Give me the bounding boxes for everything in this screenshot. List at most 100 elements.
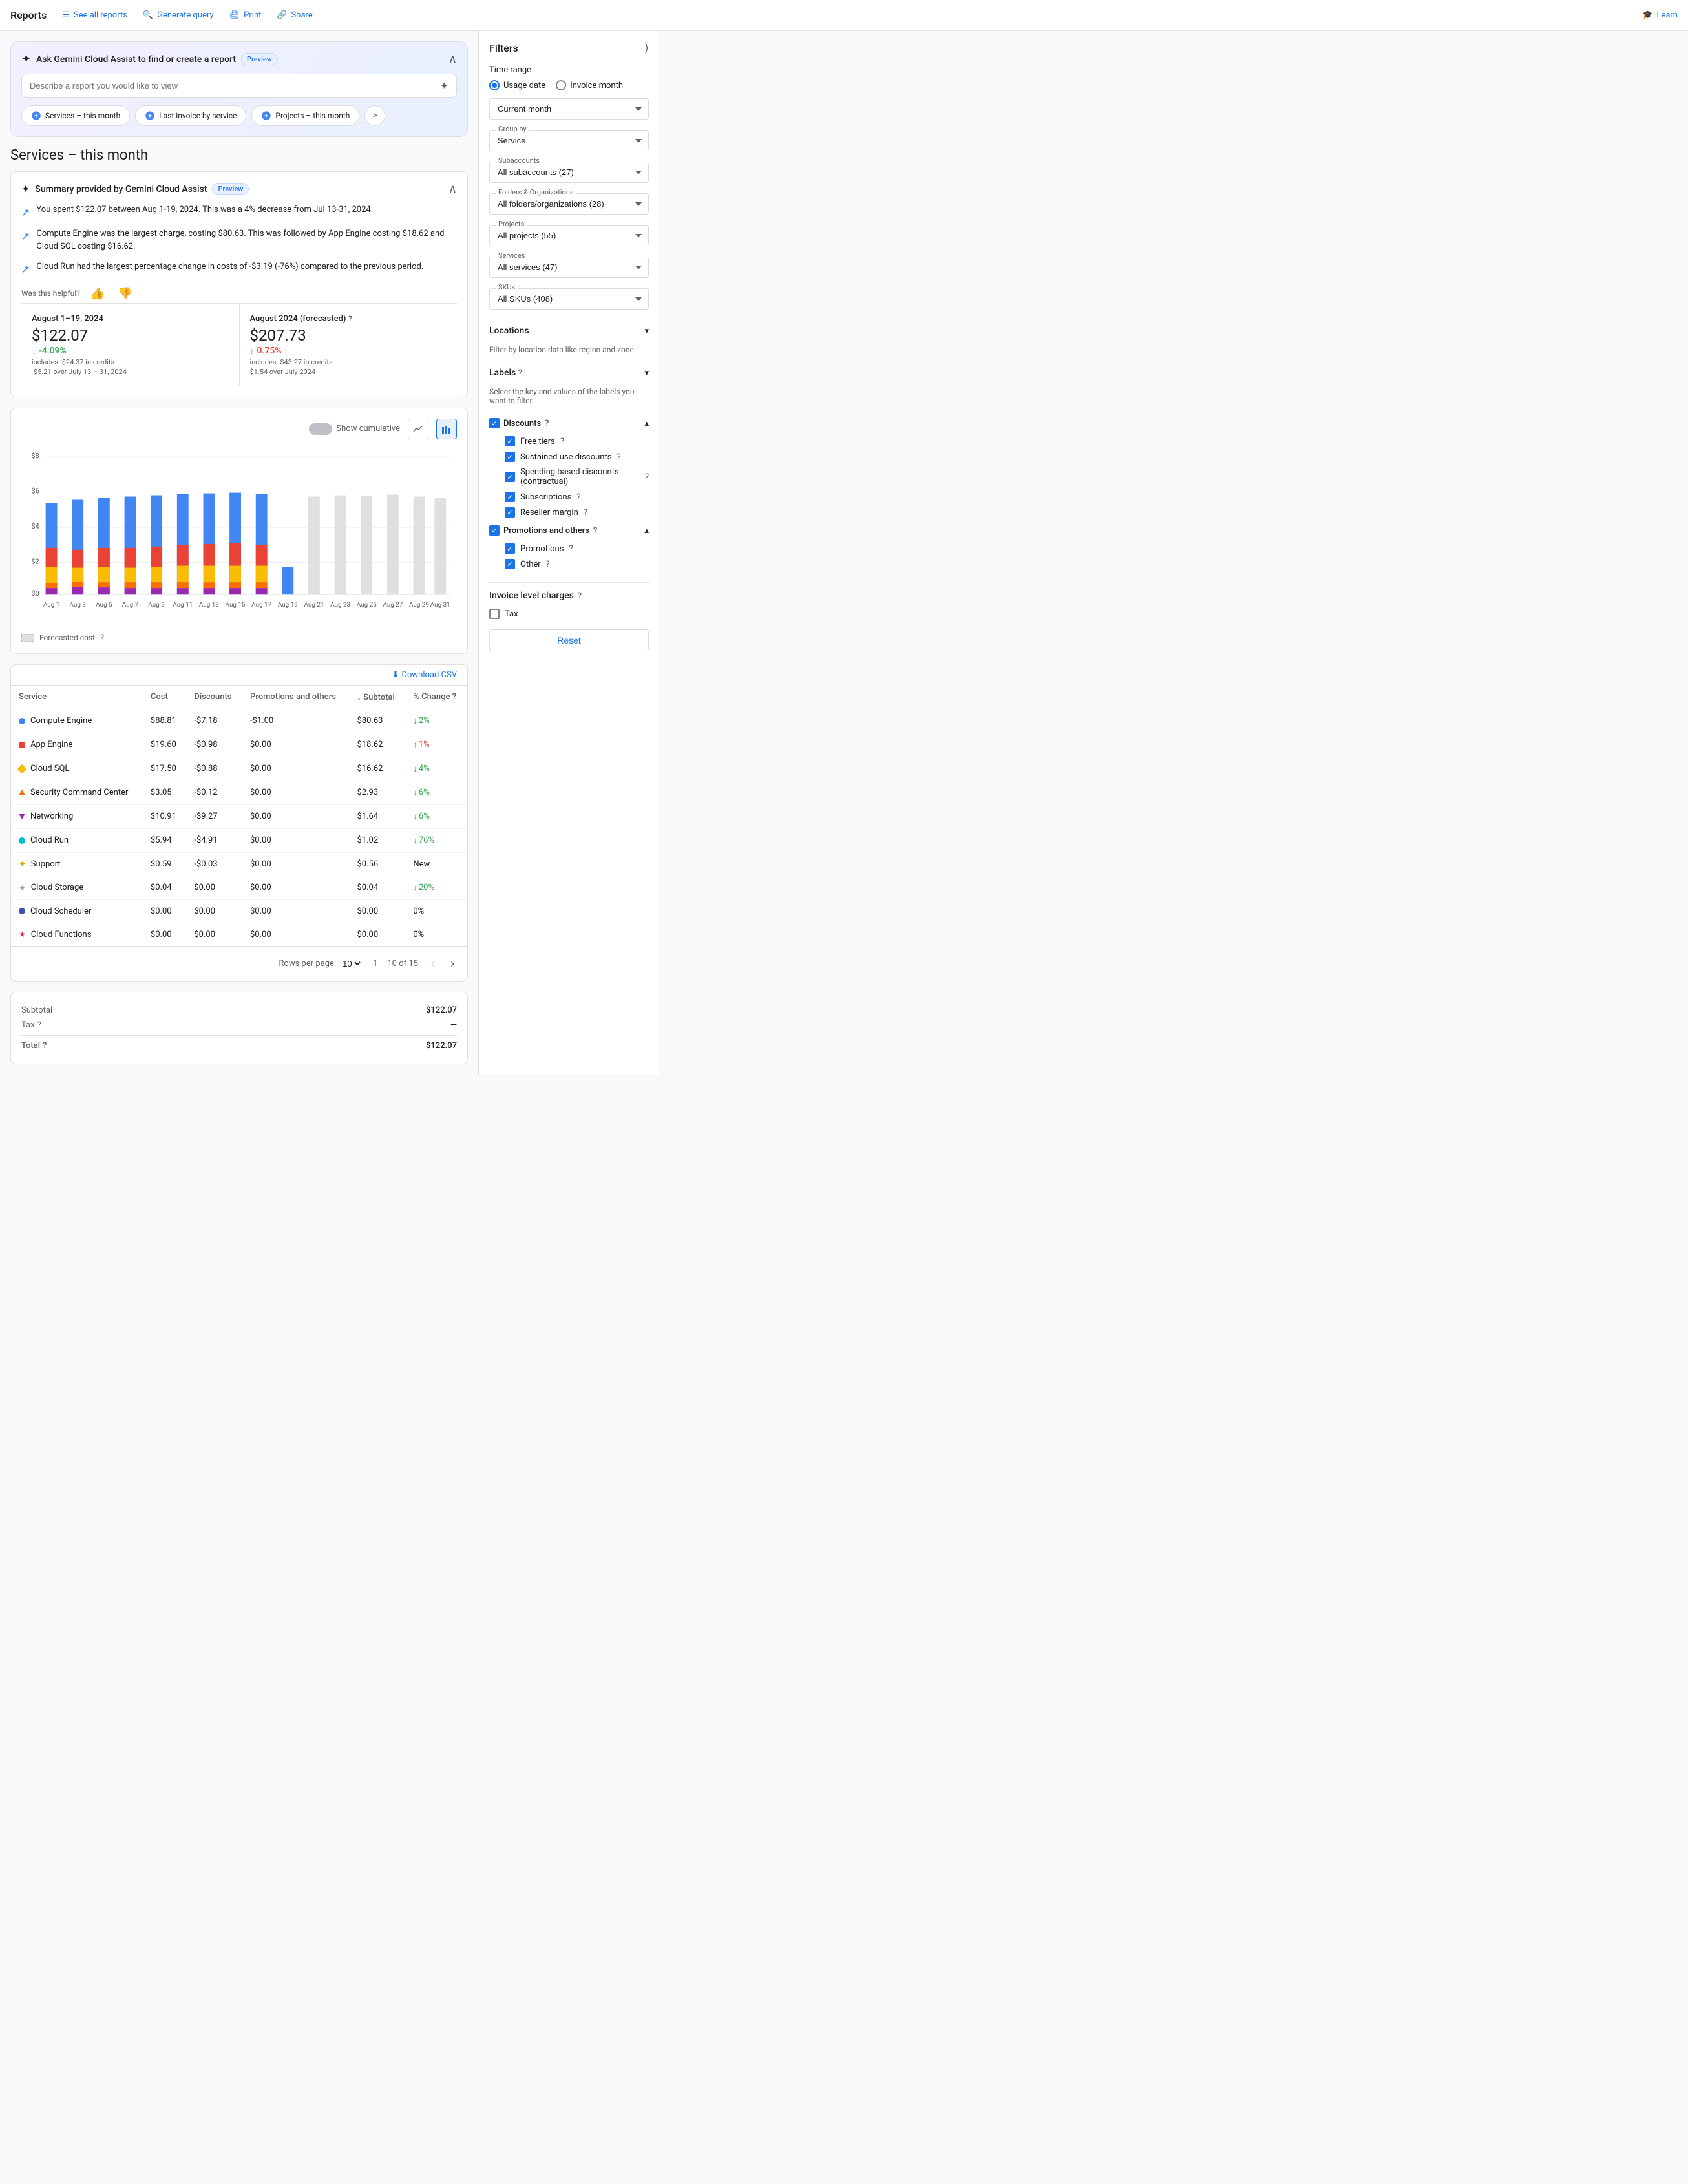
download-csv-link[interactable]: ⬇ Download CSV bbox=[392, 670, 457, 680]
folders-section: Folders & Organizations All folders/orga… bbox=[489, 193, 649, 215]
learn-link[interactable]: 🎓 Learn bbox=[1642, 10, 1678, 20]
summary-item-2: ↗ Compute Engine was the largest charge,… bbox=[21, 227, 457, 255]
total-question-icon[interactable]: ? bbox=[43, 1041, 47, 1051]
chip-last-invoice[interactable]: Last invoice by service bbox=[135, 105, 246, 126]
arrow-up-icon: ↑ bbox=[250, 346, 255, 357]
total-footer-label: Total ? bbox=[21, 1041, 47, 1051]
share-link[interactable]: 🔗 Share bbox=[277, 10, 312, 20]
app-brand: Reports bbox=[10, 9, 47, 21]
spending-based-checkbox[interactable] bbox=[505, 472, 515, 482]
summary-preview-badge: Preview bbox=[212, 183, 249, 195]
tax-question-icon[interactable]: ? bbox=[37, 1020, 41, 1030]
svg-text:Aug 11: Aug 11 bbox=[173, 602, 193, 609]
generate-query-link[interactable]: 🔍 Generate query bbox=[143, 10, 214, 20]
gemini-preview-badge: Preview bbox=[241, 53, 278, 65]
svg-text:$4: $4 bbox=[32, 522, 39, 530]
time-range-radio-group: Usage date Invoice month bbox=[489, 80, 649, 90]
other-item: Other ? bbox=[489, 556, 649, 572]
trend-icon-2: ↗ bbox=[21, 228, 30, 255]
download-row: ⬇ Download CSV bbox=[11, 665, 467, 686]
change-question-icon[interactable]: ? bbox=[452, 692, 456, 702]
tax-checkbox[interactable] bbox=[489, 609, 500, 619]
spending-based-question-icon[interactable]: ? bbox=[645, 472, 649, 482]
thumbs-down-button[interactable]: 👎 bbox=[115, 284, 134, 303]
show-cumulative-toggle[interactable]: Show cumulative bbox=[309, 423, 400, 435]
reseller-margin-question-icon[interactable]: ? bbox=[584, 508, 587, 518]
stat-forecasted: August 2024 (forecasted) ? $207.73 ↑ 0.7… bbox=[239, 304, 458, 386]
table-row: ★ Cloud Functions $0.00 $0.00 $0.00 $0.0… bbox=[11, 923, 467, 946]
next-page-button[interactable]: › bbox=[448, 954, 457, 973]
locations-section-header[interactable]: Locations bbox=[489, 320, 649, 341]
labels-sub-text: Select the key and values of the labels … bbox=[489, 383, 649, 413]
folders-wrapper: Folders & Organizations All folders/orga… bbox=[489, 193, 649, 215]
forecast-legend: Forecasted cost ? bbox=[21, 633, 457, 643]
discounts-checkbox[interactable] bbox=[489, 418, 500, 428]
svg-text:Aug 15: Aug 15 bbox=[226, 602, 246, 609]
promotions-label: Promotions and others ? bbox=[489, 525, 597, 536]
svg-text:Aug 13: Aug 13 bbox=[199, 602, 219, 609]
filters-collapse-button[interactable]: ⟩ bbox=[644, 41, 649, 55]
line-chart-button[interactable] bbox=[408, 419, 428, 439]
trend-icon-3: ↗ bbox=[21, 261, 30, 278]
print-link[interactable]: 🖨 Print bbox=[229, 10, 262, 20]
see-all-reports-link[interactable]: ☰ See all reports bbox=[62, 10, 127, 20]
invoice-month-radio[interactable]: Invoice month bbox=[556, 80, 623, 90]
toggle-switch[interactable] bbox=[309, 423, 332, 435]
free-tiers-question-icon[interactable]: ? bbox=[560, 437, 564, 446]
summary-collapse-button[interactable]: ∧ bbox=[448, 182, 457, 196]
gemini-summary-icon: ✦ bbox=[21, 183, 30, 195]
chip-services-this-month[interactable]: Services – this month bbox=[21, 105, 130, 126]
gemini-title: ✦ Ask Gemini Cloud Assist to find or cre… bbox=[21, 52, 278, 66]
labels-question-icon[interactable]: ? bbox=[518, 368, 522, 378]
promotions-question-icon[interactable]: ? bbox=[593, 526, 597, 536]
table-row: Security Command Center $3.05 -$0.12 $0.… bbox=[11, 781, 467, 804]
bar-chart-button[interactable] bbox=[436, 419, 457, 439]
spending-based-item: Spending based discounts (contractual) ? bbox=[489, 465, 649, 489]
time-range-section: Time range Usage date Invoice month Curr… bbox=[489, 65, 649, 120]
reseller-margin-checkbox[interactable] bbox=[505, 507, 515, 518]
gemini-ask-box: ✦ Ask Gemini Cloud Assist to find or cre… bbox=[10, 41, 468, 137]
gemini-search-input[interactable] bbox=[30, 81, 440, 90]
col-subtotal: ↓ Subtotal bbox=[350, 686, 406, 709]
main-layout: ✦ Ask Gemini Cloud Assist to find or cre… bbox=[0, 31, 1688, 1075]
subscriptions-checkbox[interactable] bbox=[505, 492, 515, 502]
chip-projects-this-month[interactable]: Projects – this month bbox=[251, 105, 359, 126]
download-icon: ⬇ bbox=[392, 670, 399, 680]
search-icon: 🔍 bbox=[143, 10, 153, 20]
thumbs-up-button[interactable]: 👍 bbox=[88, 284, 107, 303]
table-row: App Engine $19.60 -$0.98 $0.00 $18.62 ↑ … bbox=[11, 733, 467, 757]
promotions-chevron-icon[interactable] bbox=[644, 526, 649, 536]
question-mark-icon[interactable]: ? bbox=[348, 314, 352, 323]
invoice-charges-question-icon[interactable]: ? bbox=[578, 591, 582, 601]
svg-text:Aug 1: Aug 1 bbox=[43, 602, 59, 609]
sustained-use-question-icon[interactable]: ? bbox=[617, 452, 620, 462]
discounts-question-icon[interactable]: ? bbox=[545, 419, 549, 428]
subaccounts-section: Subaccounts All subaccounts (27) bbox=[489, 162, 649, 183]
sustained-use-checkbox[interactable] bbox=[505, 452, 515, 462]
prev-page-button[interactable]: ‹ bbox=[428, 954, 438, 973]
forecast-question-icon[interactable]: ? bbox=[100, 633, 104, 643]
svg-text:Aug 9: Aug 9 bbox=[148, 602, 164, 609]
subscriptions-question-icon[interactable]: ? bbox=[576, 492, 580, 502]
other-checkbox[interactable] bbox=[505, 559, 515, 569]
rows-per-page-select[interactable]: 10 25 50 bbox=[340, 958, 363, 969]
credits-section: Discounts ? Free tiers ? Sustained use d… bbox=[489, 413, 649, 577]
forecasted-period: August 2024 (forecasted) ? bbox=[250, 314, 447, 324]
print-icon: 🖨 bbox=[229, 10, 240, 20]
pagination-row: Rows per page: 10 25 50 1 – 10 of 15 ‹ › bbox=[11, 946, 467, 981]
labels-section-header[interactable]: Labels ? bbox=[489, 362, 649, 383]
current-month-select[interactable]: Current month bbox=[489, 98, 649, 120]
free-tiers-checkbox[interactable] bbox=[505, 436, 515, 446]
promotions-checkbox[interactable] bbox=[505, 543, 515, 554]
usage-date-radio[interactable]: Usage date bbox=[489, 80, 545, 90]
chips-more-button[interactable]: > bbox=[364, 105, 385, 126]
promotions-sub-question-icon[interactable]: ? bbox=[569, 544, 573, 554]
svg-text:Aug 21: Aug 21 bbox=[304, 602, 324, 609]
reset-button[interactable]: Reset bbox=[489, 629, 649, 651]
other-question-icon[interactable]: ? bbox=[546, 560, 550, 569]
chart-controls: Show cumulative bbox=[21, 419, 457, 439]
credits-chevron-icon[interactable] bbox=[644, 419, 649, 428]
svg-text:Aug 31: Aug 31 bbox=[430, 602, 450, 609]
promotions-others-checkbox[interactable] bbox=[489, 525, 500, 536]
gemini-collapse-button[interactable]: ∧ bbox=[448, 52, 457, 66]
